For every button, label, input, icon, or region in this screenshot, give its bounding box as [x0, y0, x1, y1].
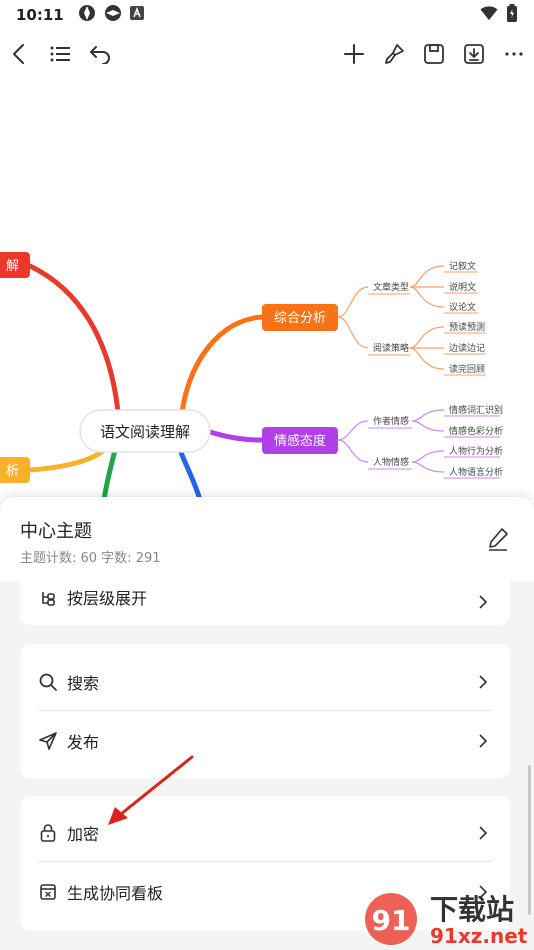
outline-button[interactable]: [42, 36, 78, 72]
divider: [38, 861, 492, 862]
chevron-right-icon: [479, 734, 488, 748]
floppy-disk-icon: [424, 44, 444, 64]
node-emotional-attitude-label: 情感态度: [274, 433, 326, 449]
leaf-label: 情感色彩分析: [449, 425, 503, 437]
branch-line: [207, 429, 265, 443]
chevron-right-icon: [479, 595, 488, 609]
divider: [38, 710, 492, 711]
left-node-red-label: 解: [6, 259, 19, 274]
app-notification-icon: [104, 4, 122, 26]
more-button[interactable]: [496, 36, 532, 72]
add-node-button[interactable]: [336, 36, 372, 72]
app-screen: 10:11 解 析 语文阅读理解 综合分析 情感态度 文章类型 阅读策略 记叙文…: [0, 0, 534, 950]
app-notification-icon: [78, 4, 96, 26]
collab-board-label: 生成协同看板: [67, 884, 164, 903]
sheet-stats: 主题计数: 60 字数: 291: [20, 551, 161, 566]
node-comprehensive-analysis-label: 综合分析: [274, 311, 326, 326]
center-node-label: 语文阅读理解: [100, 423, 190, 441]
download-icon: [464, 44, 484, 64]
leaf-label: 议论文: [449, 301, 476, 313]
mindmap-canvas[interactable]: 解 析 语文阅读理解 综合分析 情感态度 文章类型 阅读策略 记叙文 说明文 议…: [0, 80, 534, 510]
send-icon: [38, 731, 58, 751]
list-icon: [50, 46, 70, 62]
leaf-label: 人物语言分析: [449, 466, 503, 478]
watermark-url: 91xz.net: [430, 924, 528, 948]
expand-card: 按层级展开: [20, 567, 510, 625]
branch-line: [179, 314, 265, 415]
search-label: 搜索: [67, 674, 100, 693]
leaf-label: 读完回顾: [449, 363, 485, 375]
leaf-label: 边读边记: [449, 342, 485, 354]
chevron-right-icon: [479, 826, 488, 840]
red-arrow-annotation: [108, 755, 194, 825]
back-arrow-icon: [13, 44, 24, 64]
search-icon: [38, 672, 58, 692]
letter-a-notification-icon: [129, 6, 144, 24]
lock-icon: [38, 823, 58, 843]
undo-button[interactable]: [82, 36, 118, 72]
watermark-logo-icon: 91: [365, 893, 417, 945]
status-time: 10:11: [16, 6, 64, 24]
expand-by-level-label: 按层级展开: [67, 589, 148, 608]
subnode-label: 作者情感: [373, 415, 409, 427]
more-dots-icon: [505, 52, 523, 56]
left-node-yellow-label: 析: [6, 464, 19, 479]
leaf-label: 情感词汇识别: [449, 404, 503, 416]
publish-item[interactable]: 发布: [20, 712, 510, 770]
export-button[interactable]: [456, 36, 492, 72]
watermark-title: 下载站: [430, 893, 515, 926]
save-button[interactable]: [416, 36, 452, 72]
status-bar: 10:11: [0, 0, 534, 30]
leaf-label: 人物行为分析: [449, 445, 503, 457]
watermark-logo-text: 91: [372, 904, 411, 937]
branch-line: [101, 447, 118, 503]
publish-label: 发布: [67, 733, 100, 752]
leaf-label: 预读预测: [449, 321, 485, 333]
encrypt-item[interactable]: 加密: [20, 804, 510, 862]
wifi-icon: [480, 5, 498, 25]
subnode-label: 阅读策略: [373, 342, 409, 354]
style-button[interactable]: [376, 36, 412, 72]
leaf-label: 记叙文: [449, 260, 476, 272]
search-publish-card: 搜索 发布: [20, 644, 510, 778]
search-item[interactable]: 搜索: [20, 653, 510, 711]
pencil-icon: [489, 528, 508, 551]
edit-topic-button[interactable]: [482, 523, 514, 555]
encrypt-label: 加密: [67, 825, 100, 844]
chevron-right-icon: [479, 675, 488, 689]
subnode-label: 文章类型: [373, 281, 409, 293]
hierarchy-icon: [38, 589, 58, 609]
battery-icon: [506, 4, 518, 26]
expand-by-level-item[interactable]: 按层级展开: [20, 567, 510, 625]
paint-brush-icon: [385, 44, 404, 64]
subnode-label: 人物情感: [373, 456, 409, 468]
board-icon: [38, 882, 58, 902]
leaf-label: 说明文: [449, 281, 476, 293]
branch-line: [27, 263, 121, 415]
topic-bottom-sheet: 中心主题 主题计数: 60 字数: 291 按层级展开 搜索 发布 加密 生成协…: [0, 497, 534, 950]
back-button[interactable]: [2, 36, 38, 72]
top-toolbar: [0, 36, 534, 72]
branch-line: [27, 447, 107, 473]
branch-line: [177, 447, 203, 503]
site-watermark: 91 下载站 91xz.net: [362, 888, 534, 950]
plus-icon: [344, 44, 364, 64]
sheet-title: 中心主题: [20, 521, 92, 542]
undo-icon: [90, 46, 110, 64]
status-right: [480, 4, 518, 26]
